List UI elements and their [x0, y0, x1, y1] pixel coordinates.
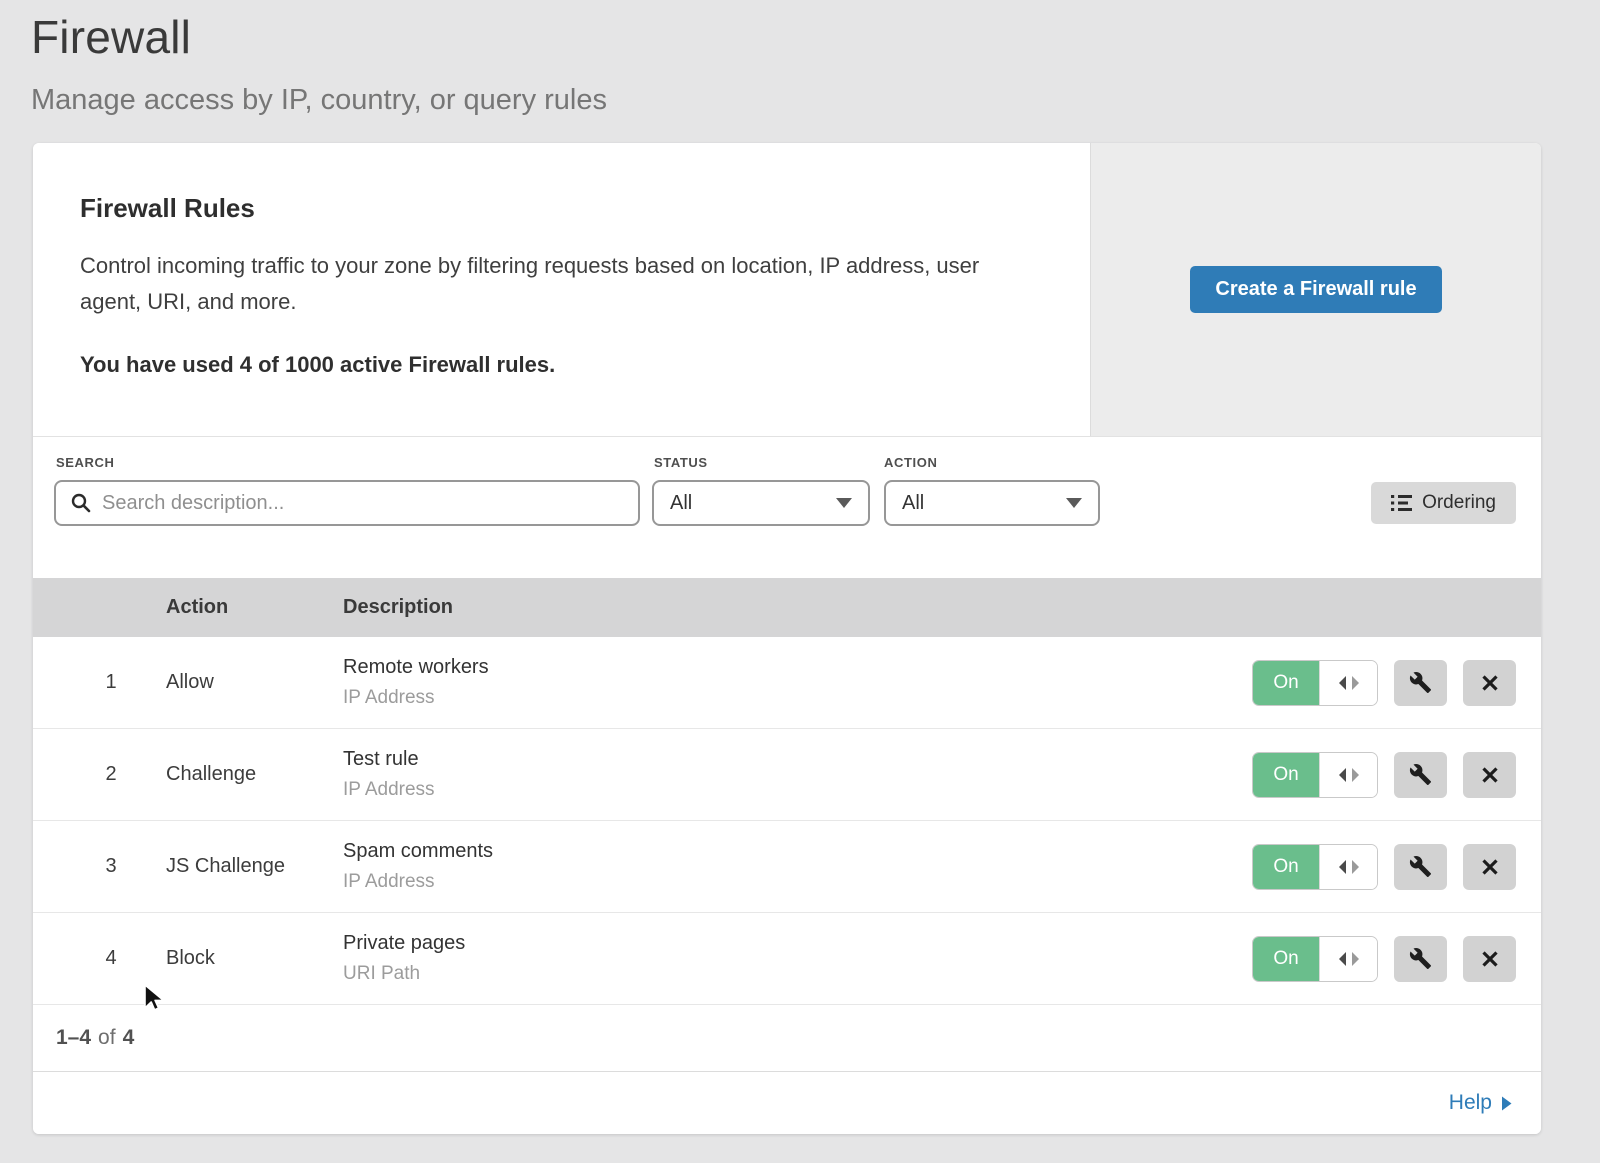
action-filter-group: ACTION All	[882, 455, 1100, 526]
close-icon	[1480, 765, 1500, 785]
rule-match-type: URI Path	[343, 963, 1252, 985]
rule-description-cell: Private pages URI Path	[343, 932, 1252, 985]
rule-description-cell: Remote workers IP Address	[343, 656, 1252, 709]
chevron-down-icon	[1066, 498, 1082, 508]
create-firewall-rule-button[interactable]: Create a Firewall rule	[1190, 266, 1441, 313]
close-icon	[1480, 949, 1500, 969]
rule-priority: 3	[56, 855, 166, 878]
toggle-on-label: On	[1253, 845, 1319, 889]
overview-section: Firewall Rules Control incoming traffic …	[33, 143, 1541, 437]
wrench-icon	[1409, 947, 1432, 970]
status-select[interactable]: All	[652, 480, 870, 526]
close-icon	[1480, 857, 1500, 877]
ordering-button-label: Ordering	[1422, 492, 1496, 514]
rule-priority: 4	[56, 947, 166, 970]
rule-description: Spam comments	[343, 840, 1252, 863]
rule-match-type: IP Address	[343, 687, 1252, 709]
rule-enable-toggle[interactable]: On	[1252, 936, 1378, 982]
rule-priority: 1	[56, 671, 166, 694]
delete-rule-button[interactable]	[1463, 752, 1516, 798]
page-title: Firewall	[31, 10, 1600, 64]
status-select-value: All	[670, 492, 692, 515]
edit-rule-button[interactable]	[1394, 844, 1447, 890]
chevron-down-icon	[836, 498, 852, 508]
ordering-button[interactable]: Ordering	[1371, 482, 1516, 524]
rule-match-type: IP Address	[343, 871, 1252, 893]
help-link[interactable]: Help	[1449, 1091, 1512, 1115]
search-filter-group: SEARCH	[54, 455, 640, 526]
table-row: 1 Allow Remote workers IP Address On	[33, 637, 1541, 729]
rule-action: Challenge	[166, 763, 343, 786]
rule-description: Remote workers	[343, 656, 1252, 679]
rule-controls: On	[1252, 936, 1516, 982]
rule-action: Allow	[166, 671, 343, 694]
toggle-arrows-icon	[1319, 845, 1377, 889]
page-header: Firewall Manage access by IP, country, o…	[0, 0, 1600, 117]
pagination-total: 4	[123, 1026, 135, 1050]
usage-note: You have used 4 of 1000 active Firewall …	[80, 352, 1042, 378]
wrench-icon	[1409, 671, 1432, 694]
description-column-header: Description	[343, 596, 1252, 619]
rule-description-cell: Spam comments IP Address	[343, 840, 1252, 893]
action-select-value: All	[902, 492, 924, 515]
toggle-on-label: On	[1253, 661, 1319, 705]
search-label: SEARCH	[54, 455, 640, 470]
overview-description: Control incoming traffic to your zone by…	[80, 248, 1040, 320]
rule-description-cell: Test rule IP Address	[343, 748, 1252, 801]
card-footer: Help	[33, 1071, 1541, 1134]
table-row: 2 Challenge Test rule IP Address On	[33, 729, 1541, 821]
rule-enable-toggle[interactable]: On	[1252, 660, 1378, 706]
page-subtitle: Manage access by IP, country, or query r…	[31, 84, 1600, 117]
rule-priority: 2	[56, 763, 166, 786]
table-row: 3 JS Challenge Spam comments IP Address …	[33, 821, 1541, 913]
create-rule-panel: Create a Firewall rule	[1090, 143, 1541, 436]
edit-rule-button[interactable]	[1394, 752, 1447, 798]
rule-description: Test rule	[343, 748, 1252, 771]
pagination-range: 1–4	[56, 1026, 91, 1050]
search-icon	[70, 492, 92, 514]
rule-controls: On	[1252, 844, 1516, 890]
wrench-icon	[1409, 855, 1432, 878]
toggle-on-label: On	[1253, 753, 1319, 797]
filters-bar: SEARCH STATUS All ACTION All	[33, 437, 1541, 578]
action-column-header: Action	[166, 596, 343, 619]
table-row: 4 Block Private pages URI Path On	[33, 913, 1541, 1005]
firewall-rules-card: Firewall Rules Control incoming traffic …	[33, 143, 1541, 1134]
edit-rule-button[interactable]	[1394, 660, 1447, 706]
pagination-of-label: of	[98, 1026, 116, 1050]
action-label: ACTION	[882, 455, 1100, 470]
help-link-label: Help	[1449, 1091, 1492, 1115]
delete-rule-button[interactable]	[1463, 660, 1516, 706]
rule-controls: On	[1252, 660, 1516, 706]
rule-match-type: IP Address	[343, 779, 1252, 801]
rule-action: JS Challenge	[166, 855, 343, 878]
delete-rule-button[interactable]	[1463, 936, 1516, 982]
toggle-arrows-icon	[1319, 937, 1377, 981]
toggle-arrows-icon	[1319, 753, 1377, 797]
status-label: STATUS	[652, 455, 870, 470]
rule-description: Private pages	[343, 932, 1252, 955]
arrow-right-icon	[1501, 1096, 1512, 1111]
search-box	[54, 480, 640, 526]
edit-rule-button[interactable]	[1394, 936, 1447, 982]
table-header: Action Description	[33, 578, 1541, 637]
action-select[interactable]: All	[884, 480, 1100, 526]
overview-text-panel: Firewall Rules Control incoming traffic …	[33, 143, 1090, 436]
rule-enable-toggle[interactable]: On	[1252, 844, 1378, 890]
wrench-icon	[1409, 763, 1432, 786]
delete-rule-button[interactable]	[1463, 844, 1516, 890]
rule-controls: On	[1252, 752, 1516, 798]
rule-enable-toggle[interactable]: On	[1252, 752, 1378, 798]
overview-heading: Firewall Rules	[80, 193, 1042, 224]
search-input[interactable]	[102, 492, 624, 515]
toggle-arrows-icon	[1319, 661, 1377, 705]
rule-action: Block	[166, 947, 343, 970]
toggle-on-label: On	[1253, 937, 1319, 981]
close-icon	[1480, 673, 1500, 693]
pagination: 1–4 of 4	[33, 1005, 1541, 1071]
status-filter-group: STATUS All	[652, 455, 870, 526]
ordering-list-icon	[1391, 494, 1412, 512]
